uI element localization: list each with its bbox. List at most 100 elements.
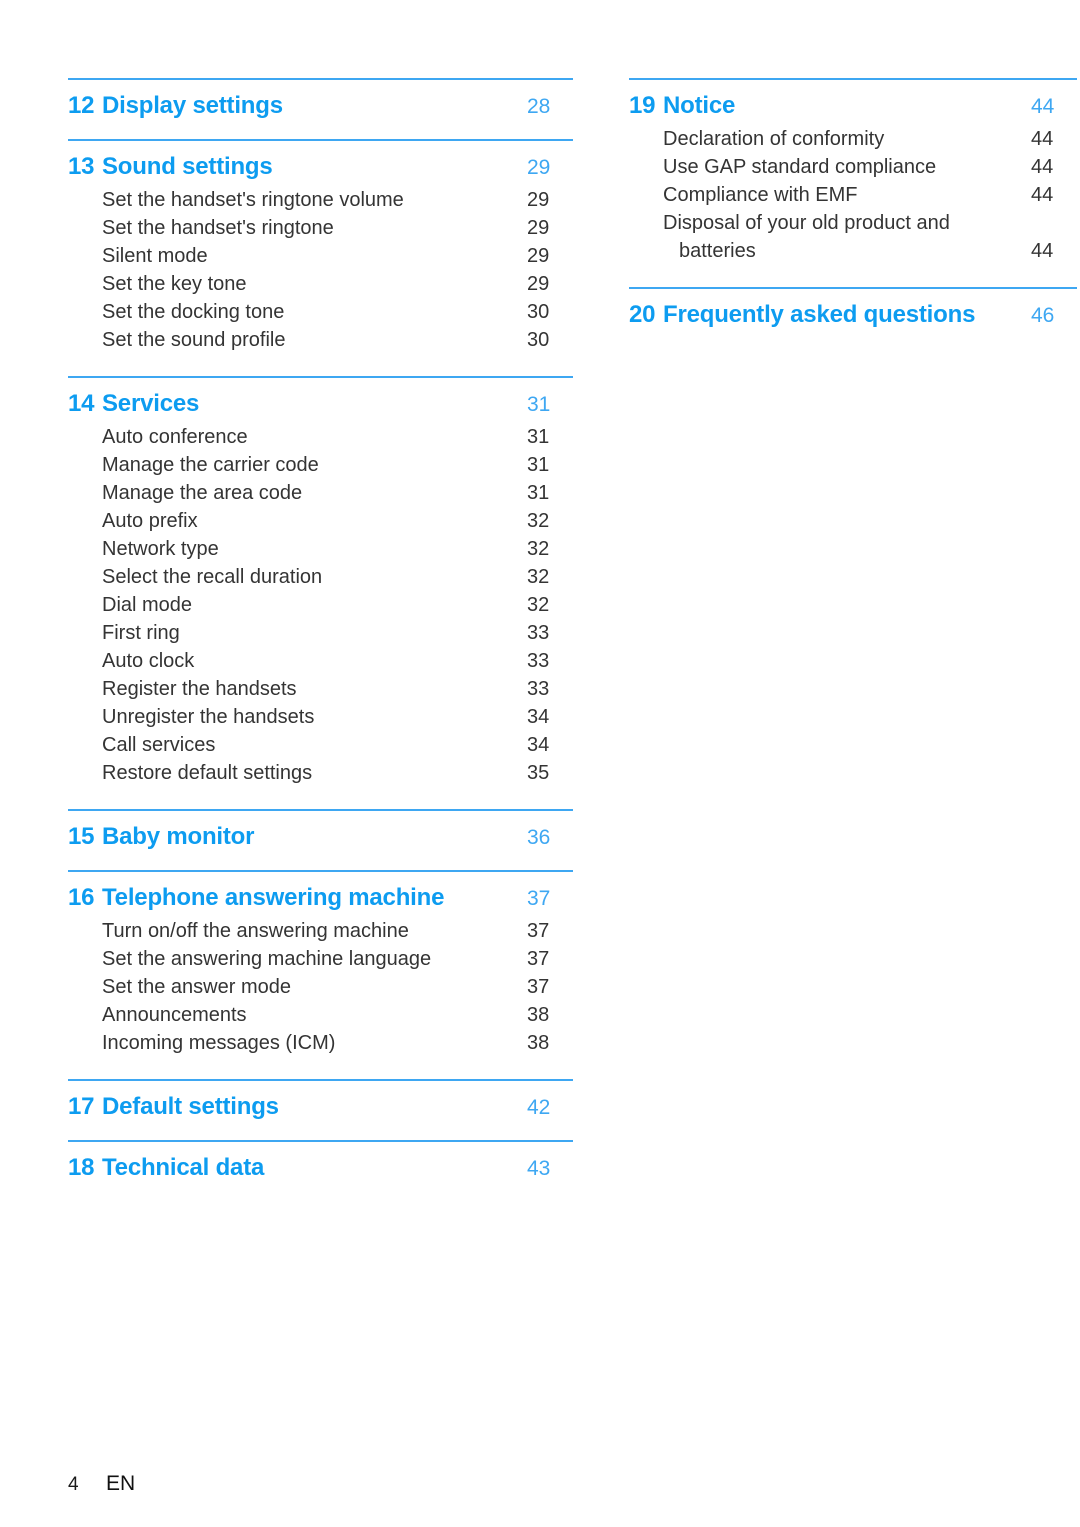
subitem-page-number: 32 bbox=[527, 594, 550, 616]
subitem-label: Set the docking tone bbox=[102, 301, 285, 323]
subitem-page-number: 33 bbox=[527, 650, 550, 672]
subitem-label: Restore default settings bbox=[102, 762, 313, 784]
toc-subitem[interactable]: Set the sound profile 30 bbox=[68, 326, 573, 354]
toc-subitem[interactable]: Call services 34 bbox=[68, 731, 573, 759]
toc-right-column: 19 Notice 44 Declaration of conformity 44 Use… bbox=[629, 0, 1077, 332]
section-title: Display settings bbox=[102, 92, 283, 119]
subitem-page-number: 32 bbox=[527, 538, 550, 560]
section-page-number: 29 bbox=[527, 156, 551, 179]
section-title: Technical data bbox=[102, 1154, 265, 1181]
toc-subitem[interactable]: Network type 32 bbox=[68, 535, 573, 563]
subitem-label: Dial mode bbox=[102, 594, 193, 616]
subitem-label: Auto conference bbox=[102, 426, 248, 448]
toc-subitem[interactable]: Register the handsets 33 bbox=[68, 675, 573, 703]
section-page-number: 46 bbox=[1031, 304, 1055, 327]
subitem-label: Set the handset's ringtone bbox=[102, 217, 334, 239]
subitem-label: Network type bbox=[102, 538, 219, 560]
section-number: 17 bbox=[68, 1093, 95, 1120]
toc-subitem[interactable]: Auto conference 31 bbox=[68, 423, 573, 451]
toc-subitem[interactable]: Set the key tone 29 bbox=[68, 270, 573, 298]
subitem-page-number: 44 bbox=[1031, 184, 1054, 206]
section-title: Telephone answering machine bbox=[102, 884, 445, 911]
subitem-page-number: 31 bbox=[527, 482, 550, 504]
toc-subitem[interactable]: Auto clock 33 bbox=[68, 647, 573, 675]
toc-section: 15 Baby monitor 36 bbox=[68, 809, 573, 854]
section-title: Notice bbox=[663, 92, 736, 119]
subitem-label: Manage the carrier code bbox=[102, 454, 319, 476]
subitem-label: Set the answering machine language bbox=[102, 948, 432, 970]
subitem-label: Disposal of your old product and bbox=[663, 212, 950, 234]
footer-language: EN bbox=[106, 1472, 136, 1495]
subitem-page-number: 34 bbox=[527, 706, 550, 728]
subitem-page-number: 29 bbox=[527, 217, 550, 239]
toc-subitem[interactable]: Set the docking tone 30 bbox=[68, 298, 573, 326]
toc-section-heading[interactable]: 15 Baby monitor 36 bbox=[68, 811, 573, 854]
toc-section-heading[interactable]: 20 Frequently asked questions 46 bbox=[629, 289, 1077, 332]
toc-subitem-list: Turn on/off the answering machine 37 Set t… bbox=[68, 915, 573, 1057]
subitem-label: Announcements bbox=[102, 1004, 247, 1026]
subitem-label: batteries bbox=[679, 240, 756, 262]
toc-subitem[interactable]: Set the handset's ringtone 29 bbox=[68, 214, 573, 242]
subitem-label: Unregister the handsets bbox=[102, 706, 315, 728]
page-footer: 4 EN bbox=[68, 1472, 135, 1497]
toc-subitem[interactable]: Declaration of conformity 44 bbox=[629, 125, 1077, 153]
section-number: 20 bbox=[629, 301, 656, 328]
toc-section-heading[interactable]: 19 Notice 44 bbox=[629, 80, 1077, 123]
toc-section-heading[interactable]: 18 Technical data 43 bbox=[68, 1142, 573, 1185]
subitem-label: Turn on/off the answering machine bbox=[102, 920, 409, 942]
toc-subitem[interactable]: Incoming messages (ICM) 38 bbox=[68, 1029, 573, 1057]
toc-subitem[interactable]: Dial mode 32 bbox=[68, 591, 573, 619]
toc-subitem[interactable]: Auto prefix 32 bbox=[68, 507, 573, 535]
section-number: 18 bbox=[68, 1154, 95, 1181]
toc-subitem[interactable]: Compliance with EMF 44 bbox=[629, 181, 1077, 209]
subitem-page-number: 38 bbox=[527, 1032, 550, 1054]
toc-subitem[interactable]: Use GAP standard compliance 44 bbox=[629, 153, 1077, 181]
toc-subitem[interactable]: Manage the area code 31 bbox=[68, 479, 573, 507]
section-title: Sound settings bbox=[102, 153, 273, 180]
subitem-page-number: 34 bbox=[527, 734, 550, 756]
subitem-label: Auto clock bbox=[102, 650, 195, 672]
toc-subitem[interactable]: Set the handset's ringtone volume 29 bbox=[68, 186, 573, 214]
toc-section: 16 Telephone answering machine 37 Turn on/o… bbox=[68, 870, 573, 1057]
toc-subitem[interactable]: Announcements 38 bbox=[68, 1001, 573, 1029]
subitem-page-number: 31 bbox=[527, 426, 550, 448]
subitem-page-number: 29 bbox=[527, 189, 550, 211]
section-number: 14 bbox=[68, 390, 95, 417]
toc-subitem[interactable]: Set the answer mode 37 bbox=[68, 973, 573, 1001]
subitem-page-number: 33 bbox=[527, 622, 550, 644]
toc-subitem[interactable]: Unregister the handsets 34 bbox=[68, 703, 573, 731]
toc-section-heading[interactable]: 13 Sound settings 29 bbox=[68, 141, 573, 184]
toc-subitem[interactable]: Silent mode 29 bbox=[68, 242, 573, 270]
toc-subitem[interactable]: Turn on/off the answering machine 37 bbox=[68, 917, 573, 945]
subitem-label: Set the answer mode bbox=[102, 976, 291, 998]
subitem-page-number: 30 bbox=[527, 329, 550, 351]
subitem-label: Compliance with EMF bbox=[663, 184, 858, 206]
section-title: Services bbox=[102, 390, 200, 417]
toc-section-heading[interactable]: 16 Telephone answering machine 37 bbox=[68, 872, 573, 915]
toc-section-heading[interactable]: 12 Display settings 28 bbox=[68, 80, 573, 123]
subitem-label: Select the recall duration bbox=[102, 566, 323, 588]
toc-subitem[interactable]: Restore default settings 35 bbox=[68, 759, 573, 787]
toc-subitem[interactable]: batteries 44 bbox=[629, 237, 1077, 265]
section-number: 15 bbox=[68, 823, 95, 850]
toc-subitem[interactable]: Set the answering machine language 37 bbox=[68, 945, 573, 973]
toc-subitem[interactable]: Select the recall duration 32 bbox=[68, 563, 573, 591]
toc-subitem[interactable]: Manage the carrier code 31 bbox=[68, 451, 573, 479]
subitem-page-number: 35 bbox=[527, 762, 550, 784]
toc-subitem[interactable]: First ring 33 bbox=[68, 619, 573, 647]
subitem-page-number: 44 bbox=[1031, 240, 1054, 262]
toc-section: 13 Sound settings 29 Set the handset's ring… bbox=[68, 139, 573, 354]
subitem-label: First ring bbox=[102, 622, 180, 644]
toc-subitem[interactable]: Disposal of your old product and bbox=[629, 209, 1077, 237]
subitem-label: Auto prefix bbox=[102, 510, 198, 532]
subitem-label: Set the handset's ringtone volume bbox=[102, 189, 404, 211]
toc-section-heading[interactable]: 17 Default settings 42 bbox=[68, 1081, 573, 1124]
section-page-number: 31 bbox=[527, 393, 551, 416]
toc-section: 19 Notice 44 Declaration of conformity 44 Use… bbox=[629, 78, 1077, 265]
subitem-page-number: 29 bbox=[527, 273, 550, 295]
toc-page: 12 Display settings 28 13 Sound settings 29 Se… bbox=[0, 0, 1080, 1527]
section-page-number: 43 bbox=[527, 1157, 551, 1180]
toc-section-heading[interactable]: 14 Services 31 bbox=[68, 378, 573, 421]
section-page-number: 37 bbox=[527, 887, 551, 910]
subitem-page-number: 44 bbox=[1031, 128, 1054, 150]
